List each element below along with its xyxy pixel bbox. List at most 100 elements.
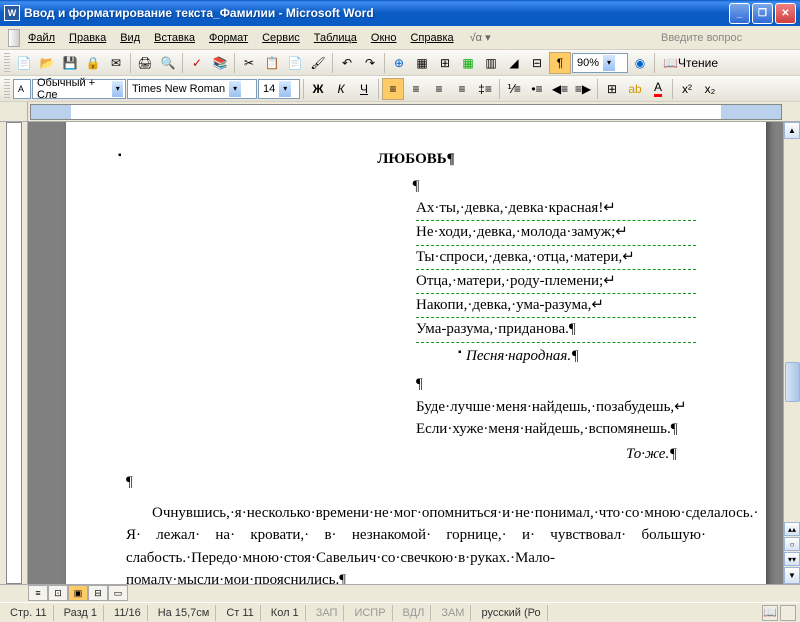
- new-doc-button[interactable]: 📄: [13, 52, 35, 74]
- question-box[interactable]: Введите вопрос: [652, 29, 792, 47]
- borders-button[interactable]: ⊞: [601, 78, 623, 100]
- formula-input[interactable]: √α ▾: [466, 30, 495, 46]
- columns-button[interactable]: ▥: [480, 52, 502, 74]
- align-center-button[interactable]: ≡: [405, 78, 427, 100]
- increase-indent-button[interactable]: ≡▶: [572, 78, 594, 100]
- font-combo[interactable]: Times New Roman▾: [127, 79, 257, 99]
- undo-button[interactable]: ↶: [336, 52, 358, 74]
- zoom-combo[interactable]: 90%▾: [572, 53, 628, 73]
- normal-view-button[interactable]: ≡: [28, 585, 48, 601]
- align-left-button[interactable]: ≡: [382, 78, 404, 100]
- align-justify-button[interactable]: ≡: [451, 78, 473, 100]
- line-spacing-button[interactable]: ‡≡: [474, 78, 496, 100]
- permission-button[interactable]: 🔒: [82, 52, 104, 74]
- subscript-button[interactable]: x₂: [699, 78, 721, 100]
- menu-insert[interactable]: Вставка: [148, 30, 201, 46]
- menu-table[interactable]: Таблица: [308, 30, 363, 46]
- scroll-thumb[interactable]: [785, 362, 800, 402]
- horizontal-ruler[interactable]: [30, 104, 782, 120]
- poem2-source[interactable]: То·же.¶: [626, 443, 706, 466]
- page[interactable]: ЛЮБОВЬ¶ ¶ Ах·ты,·девка,·девка·красная!↵ …: [66, 122, 766, 584]
- prev-page-button[interactable]: ▴▴: [784, 522, 800, 536]
- poem-line[interactable]: Накопи,·девка,·ума-разума,↵: [416, 294, 696, 318]
- toolbar-grip[interactable]: [4, 79, 10, 99]
- cut-button[interactable]: ✂: [238, 52, 260, 74]
- outline-view-button[interactable]: ⊟: [88, 585, 108, 601]
- style-combo[interactable]: Обычный + Сле▾: [32, 79, 126, 99]
- underline-button[interactable]: Ч: [353, 78, 375, 100]
- menu-edit[interactable]: Правка: [63, 30, 112, 46]
- excel-button[interactable]: ▦: [457, 52, 479, 74]
- document-content[interactable]: ЛЮБОВЬ¶ ¶ Ах·ты,·девка,·девка·красная!↵ …: [126, 148, 706, 584]
- hyperlink-button[interactable]: ⊕: [388, 52, 410, 74]
- poem-line[interactable]: Отца,·матери,·роду-племени;↵: [416, 270, 696, 294]
- menu-file[interactable]: Файл: [22, 30, 61, 46]
- vertical-ruler[interactable]: [0, 122, 28, 584]
- format-painter-button[interactable]: 🖌: [307, 52, 329, 74]
- poem-line[interactable]: Ты·спроси,·девка,·отца,·матери,↵: [416, 246, 696, 270]
- redo-button[interactable]: ↷: [359, 52, 381, 74]
- toolbar-grip[interactable]: [4, 53, 10, 73]
- next-page-button[interactable]: ▾▾: [784, 552, 800, 566]
- browse-object-button[interactable]: ○: [784, 537, 800, 551]
- poem-source[interactable]: Песня·народная.¶: [466, 345, 706, 368]
- poem-line[interactable]: Ума-разума,·приданова.¶: [416, 318, 696, 342]
- font-color-button[interactable]: A: [647, 78, 669, 100]
- minimize-button[interactable]: _: [729, 3, 750, 24]
- drawing-button[interactable]: ◢: [503, 52, 525, 74]
- poem-line[interactable]: Не·ходи,·девка,·молода·замуж;↵: [416, 221, 696, 245]
- reading-view-button[interactable]: ▭: [108, 585, 128, 601]
- poem-line[interactable]: Если·хуже·меня·найдешь,·вспомянешь.¶: [416, 418, 706, 441]
- print-button[interactable]: 🖨: [134, 52, 156, 74]
- print-layout-view-button[interactable]: ▣: [68, 585, 88, 601]
- status-ext[interactable]: ВДЛ: [397, 605, 432, 621]
- status-rec[interactable]: ЗАП: [310, 605, 345, 621]
- menu-tools[interactable]: Сервис: [256, 30, 306, 46]
- show-formatting-button[interactable]: ¶: [549, 52, 571, 74]
- body-paragraph[interactable]: Очнувшись,·я·несколько·времени·не·мог·оп…: [126, 502, 706, 585]
- menu-view[interactable]: Вид: [114, 30, 146, 46]
- align-right-button[interactable]: ≡: [428, 78, 450, 100]
- docmap-button[interactable]: ⊟: [526, 52, 548, 74]
- decrease-indent-button[interactable]: ◀≡: [549, 78, 571, 100]
- superscript-button[interactable]: x²: [676, 78, 698, 100]
- spelling-status-icon[interactable]: 📖: [762, 605, 778, 621]
- poem-line[interactable]: Ах·ты,·девка,·девка·красная!↵: [416, 197, 696, 221]
- word-doc-icon[interactable]: [8, 29, 20, 47]
- vertical-scrollbar[interactable]: ▲ ▴▴ ○ ▾▾ ▼: [783, 122, 800, 584]
- maximize-button[interactable]: ❐: [752, 3, 773, 24]
- tables-borders-button[interactable]: ▦: [411, 52, 433, 74]
- save-button[interactable]: 💾: [59, 52, 81, 74]
- heading[interactable]: ЛЮБОВЬ¶: [126, 148, 706, 171]
- open-button[interactable]: 📂: [36, 52, 58, 74]
- research-button[interactable]: 📚: [209, 52, 231, 74]
- empty-paragraph[interactable]: ¶: [126, 175, 706, 198]
- paste-button[interactable]: 📄: [284, 52, 306, 74]
- close-button[interactable]: ✕: [775, 3, 796, 24]
- scroll-up-button[interactable]: ▲: [784, 122, 800, 139]
- empty-paragraph[interactable]: ¶: [416, 373, 706, 396]
- web-view-button[interactable]: ⊡: [48, 585, 68, 601]
- document-area[interactable]: ЛЮБОВЬ¶ ¶ Ах·ты,·девка,·девка·красная!↵ …: [28, 122, 800, 584]
- ruler-corner[interactable]: [0, 102, 28, 121]
- read-mode-button[interactable]: 📖 Чтение: [658, 52, 723, 74]
- bullets-button[interactable]: •≡: [526, 78, 548, 100]
- numbering-button[interactable]: ⅟≡: [503, 78, 525, 100]
- preview-button[interactable]: 🔍: [157, 52, 179, 74]
- copy-button[interactable]: 📋: [261, 52, 283, 74]
- email-button[interactable]: ✉: [105, 52, 127, 74]
- poem-line[interactable]: Буде·лучше·меня·найдешь,·позабудешь,↵: [416, 396, 706, 419]
- fontsize-combo[interactable]: 14▾: [258, 79, 300, 99]
- styles-pane-button[interactable]: A: [13, 79, 31, 99]
- status-language[interactable]: русский (Ро: [475, 605, 547, 621]
- status-ovr[interactable]: ЗАМ: [435, 605, 471, 621]
- poem2-block[interactable]: Буде·лучше·меня·найдешь,·позабудешь,↵ Ес…: [416, 396, 706, 441]
- menu-help[interactable]: Справка: [404, 30, 459, 46]
- horizontal-scrollbar[interactable]: [128, 585, 800, 602]
- help-button[interactable]: ◉: [629, 52, 651, 74]
- highlight-button[interactable]: ab: [624, 78, 646, 100]
- spellcheck-button[interactable]: ✓: [186, 52, 208, 74]
- menu-format[interactable]: Формат: [203, 30, 254, 46]
- menu-window[interactable]: Окно: [365, 30, 403, 46]
- status-trk[interactable]: ИСПР: [348, 605, 392, 621]
